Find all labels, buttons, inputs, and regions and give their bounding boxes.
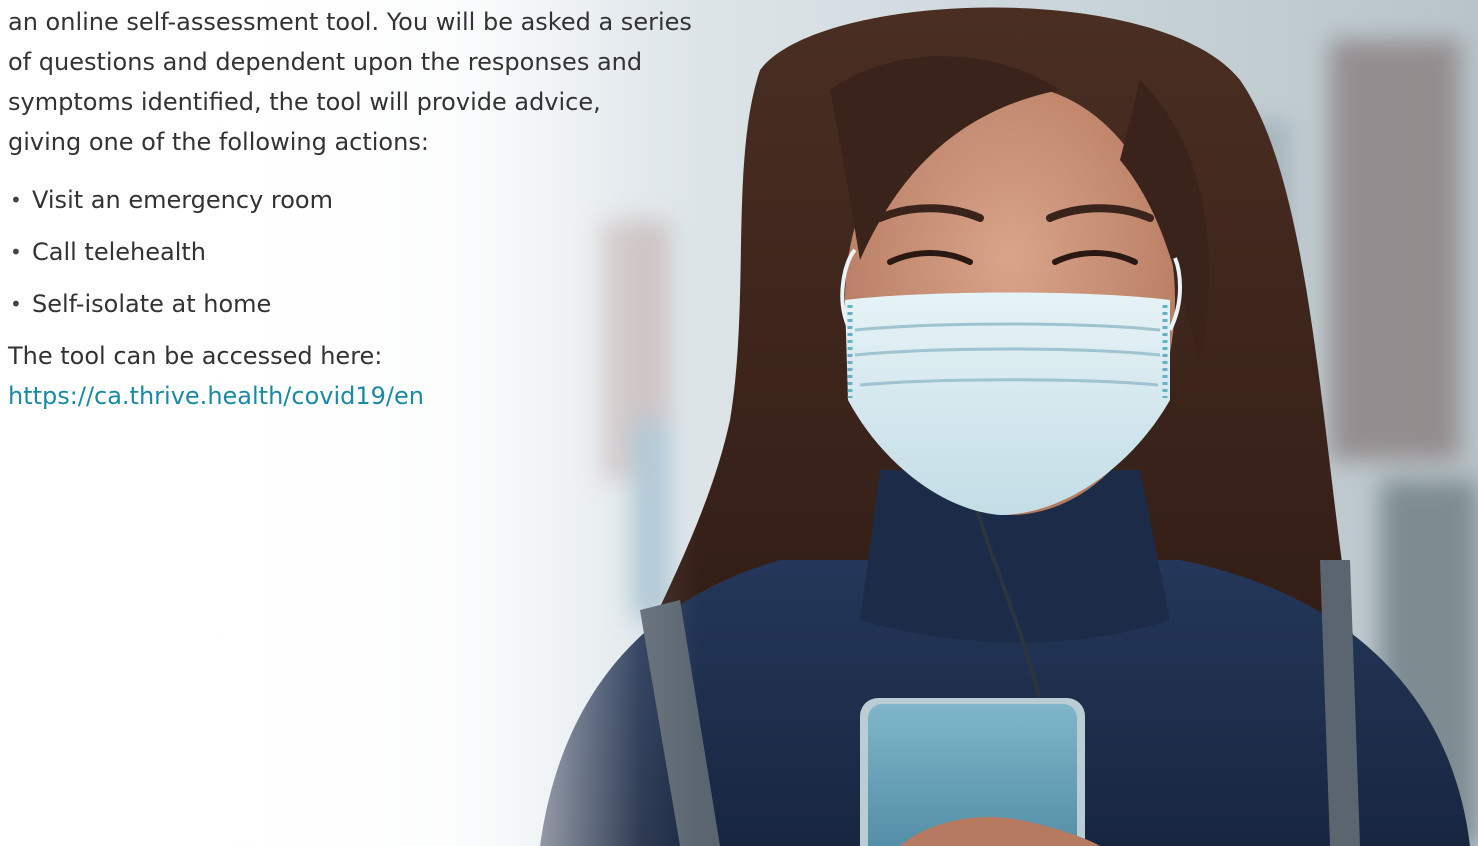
- intro-line: of questions and dependent upon the resp…: [8, 48, 643, 76]
- actions-list: • Visit an emergency room • Call telehea…: [8, 180, 698, 324]
- intro-line: giving one of the following actions:: [8, 128, 429, 156]
- bullet-icon: •: [10, 188, 22, 212]
- self-assessment-link[interactable]: https://ca.thrive.health/covid19/en: [8, 376, 698, 416]
- intro-paragraph: an online self-assessment tool. You will…: [8, 2, 698, 162]
- access-paragraph: The tool can be accessed here: https://c…: [8, 336, 698, 416]
- content-block: an online self-assessment tool. You will…: [8, 2, 698, 416]
- access-label: The tool can be accessed here:: [8, 342, 383, 370]
- bullet-icon: •: [10, 240, 22, 264]
- list-item-label: Self-isolate at home: [32, 290, 272, 318]
- list-item: • Self-isolate at home: [8, 284, 698, 324]
- bullet-icon: •: [10, 292, 22, 316]
- list-item-label: Visit an emergency room: [32, 186, 333, 214]
- list-item-label: Call telehealth: [32, 238, 207, 266]
- intro-line: an online self-assessment tool. You will…: [8, 8, 692, 36]
- page: an online self-assessment tool. You will…: [0, 0, 1478, 846]
- list-item: • Visit an emergency room: [8, 180, 698, 220]
- list-item: • Call telehealth: [8, 232, 698, 272]
- intro-line: symptoms identified, the tool will provi…: [8, 88, 601, 116]
